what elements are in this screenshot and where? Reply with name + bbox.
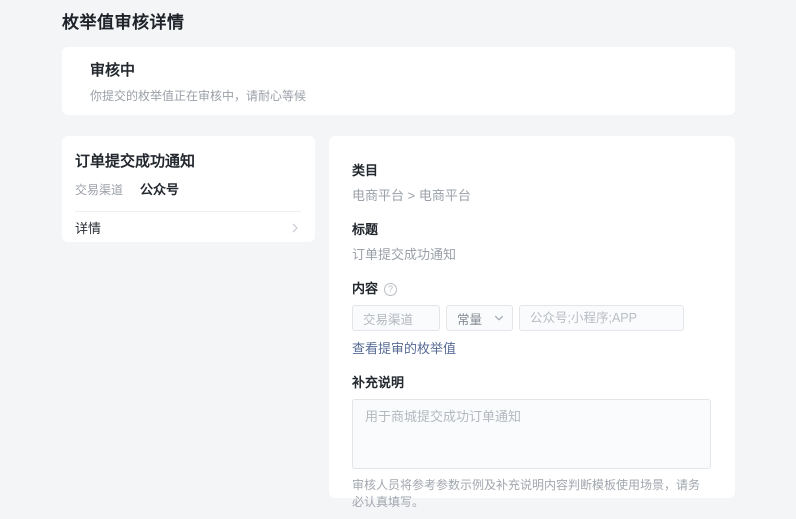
template-param-row: 交易渠道 公众号 (75, 181, 301, 199)
title-field: 标题 订单提交成功通知 (352, 221, 711, 264)
template-detail-label: 详情 (75, 218, 101, 237)
template-title: 订单提交成功通知 (75, 152, 301, 171)
chevron-down-icon (494, 313, 504, 323)
content-param-row: 常量 (352, 305, 711, 331)
template-param-value: 公众号 (140, 181, 179, 198)
page-title: 枚举值审核详情 (62, 8, 185, 33)
content-field: 内容 ? 常量 查看提审的枚举值 (352, 280, 711, 358)
param-example-input[interactable] (519, 305, 684, 331)
help-icon[interactable]: ? (384, 283, 397, 296)
template-summary-card: 订单提交成功通知 交易渠道 公众号 详情 (62, 136, 315, 242)
template-param-label: 交易渠道 (75, 182, 123, 199)
chevron-right-icon (289, 222, 301, 234)
remark-label: 补充说明 (352, 374, 711, 392)
content-label: 内容 (352, 280, 378, 298)
template-detail-link[interactable]: 详情 (75, 212, 301, 243)
review-status-card: 审核中 你提交的枚举值正在审核中，请耐心等候 (62, 47, 735, 115)
title-value: 订单提交成功通知 (352, 246, 711, 264)
review-status-title: 审核中 (90, 61, 707, 81)
remark-textarea[interactable] (352, 399, 711, 469)
enum-link-row: 查看提审的枚举值 (352, 340, 711, 358)
remark-field: 补充说明 审核人员将参考参数示例及补充说明内容判断模板使用场景，请务必认真填写。 (352, 374, 711, 511)
template-detail-card: 类目 电商平台 > 电商平台 标题 订单提交成功通知 内容 ? 常量 查看提审的… (329, 136, 735, 498)
review-status-description: 你提交的枚举值正在审核中，请耐心等候 (90, 88, 707, 104)
category-field: 类目 电商平台 > 电商平台 (352, 162, 711, 205)
param-type-selected-value: 常量 (457, 309, 482, 328)
view-submitted-enum-link[interactable]: 查看提审的枚举值 (352, 341, 456, 356)
category-value: 电商平台 > 电商平台 (352, 187, 711, 205)
category-label: 类目 (352, 162, 711, 180)
content-label-row: 内容 ? (352, 280, 711, 298)
title-label: 标题 (352, 221, 711, 239)
remark-note: 审核人员将参考参数示例及补充说明内容判断模板使用场景，请务必认真填写。 (352, 477, 711, 511)
param-type-select[interactable]: 常量 (446, 305, 513, 331)
param-name-input[interactable] (352, 305, 440, 331)
